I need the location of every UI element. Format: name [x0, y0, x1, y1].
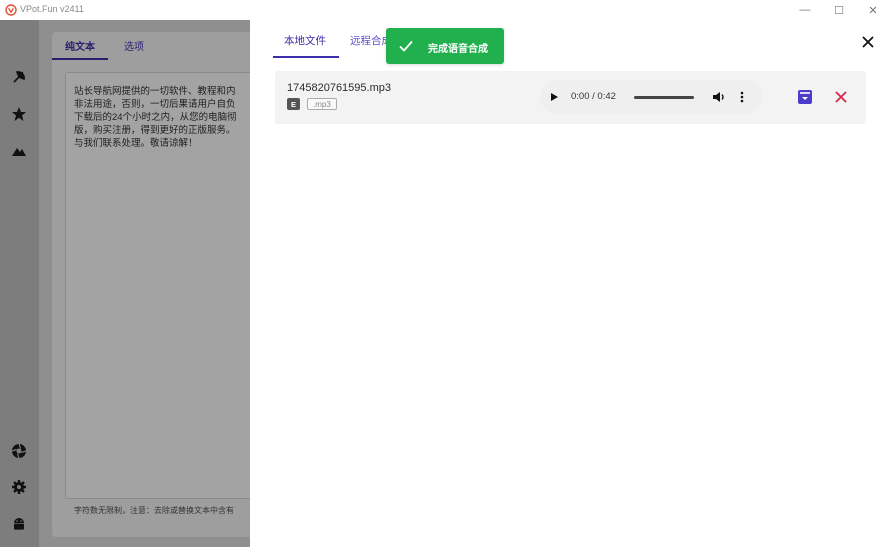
title-bar: VPot.Fun v2411 — ☐ ✕	[0, 0, 890, 20]
char-limit-hint: 字符数无限制，注意：去除或替换文本中含有	[74, 506, 234, 515]
minimize-button[interactable]: —	[788, 0, 822, 20]
check-icon	[399, 40, 413, 52]
android-icon[interactable]	[10, 514, 28, 532]
success-toast: 完成语音合成	[386, 28, 504, 64]
window-close-button[interactable]: ✕	[856, 0, 890, 20]
tab-plain-text[interactable]: 纯文本	[65, 38, 95, 53]
result-drawer: 本地文件 远程合成 1745820761595.mp3 E .mp3 0:00 …	[250, 20, 890, 547]
file-name: 1745820761595.mp3	[287, 82, 391, 94]
tab-local-files[interactable]: 本地文件	[284, 33, 326, 48]
maximize-button[interactable]: ☐	[822, 0, 856, 20]
settings-icon[interactable]	[10, 478, 28, 496]
satellite-icon[interactable]	[10, 68, 28, 86]
star-icon[interactable]	[10, 105, 28, 123]
close-icon	[862, 36, 874, 48]
file-row: 1745820761595.mp3 E .mp3 0:00 / 0:42	[275, 71, 866, 124]
tab-options[interactable]: 选项	[124, 38, 144, 53]
active-tab-indicator	[273, 56, 339, 58]
text-input-area[interactable]: 站长导航网提供的一切软件、教程和内 非法用途，否则，一切后果请用户自负 下载后的…	[65, 72, 255, 499]
play-icon[interactable]	[548, 91, 560, 103]
input-tabs: 纯文本 选项	[52, 32, 252, 60]
progress-slider[interactable]	[634, 96, 694, 99]
aperture-icon[interactable]	[10, 442, 28, 460]
remove-file-icon[interactable]	[833, 89, 849, 105]
mountain-icon[interactable]	[10, 142, 28, 160]
text-input-content: 站长导航网提供的一切软件、教程和内 非法用途，否则，一切后果请用户自负 下载后的…	[74, 86, 237, 149]
left-rail	[0, 20, 39, 547]
toast-message: 完成语音合成	[428, 44, 488, 55]
archive-icon[interactable]	[797, 89, 813, 105]
engine-badge: E	[287, 98, 300, 110]
window-title: VPot.Fun v2411	[20, 4, 84, 14]
more-vertical-icon[interactable]	[737, 90, 747, 104]
app-logo-icon	[5, 4, 17, 16]
drawer-close-button[interactable]	[858, 32, 878, 52]
volume-icon[interactable]	[712, 90, 726, 104]
tab-underline	[52, 58, 108, 60]
extension-badge: .mp3	[307, 98, 337, 110]
audio-player: 0:00 / 0:42	[540, 80, 762, 114]
playback-time: 0:00 / 0:42	[571, 91, 616, 102]
